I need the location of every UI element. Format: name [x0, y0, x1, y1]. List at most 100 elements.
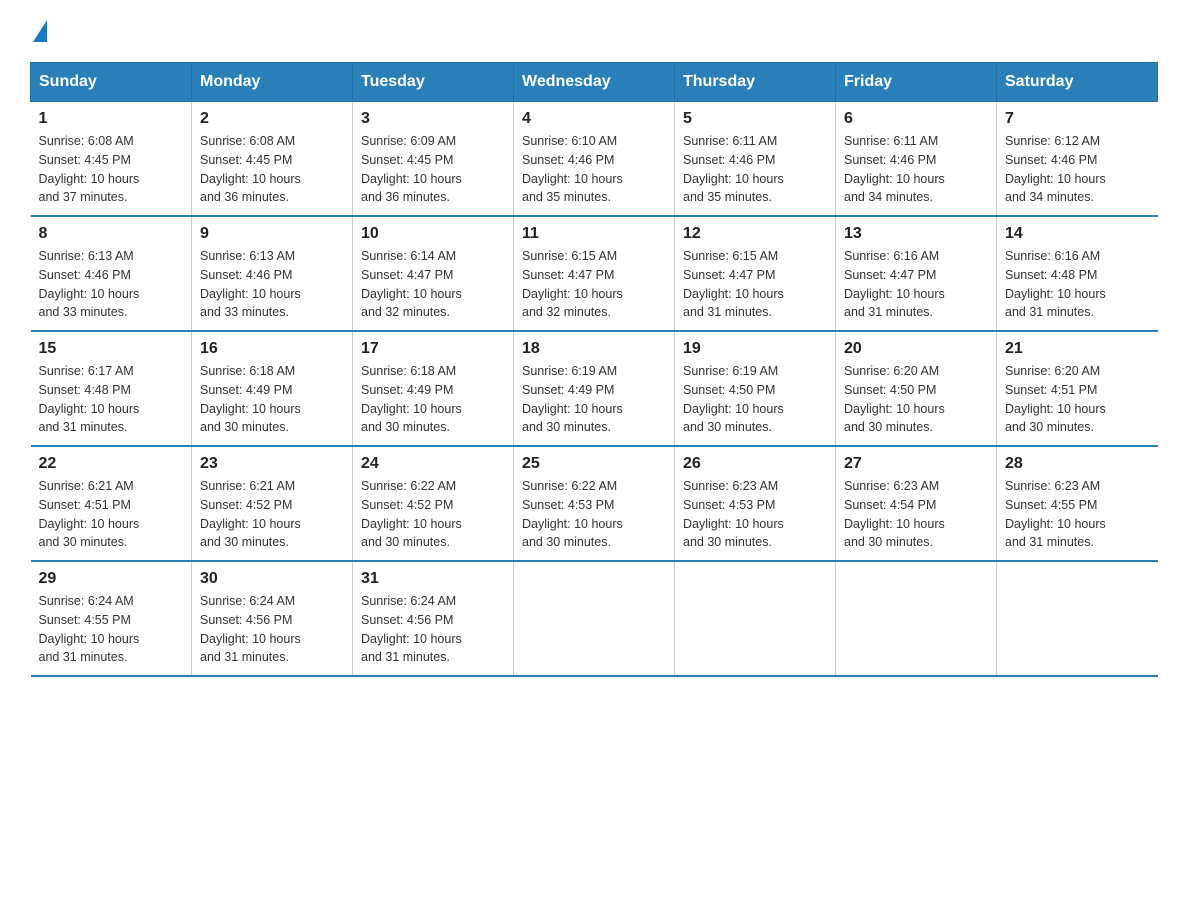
- day-info-23: Sunrise: 6:21 AMSunset: 4:52 PMDaylight:…: [200, 477, 344, 552]
- day-cell-24: 24 Sunrise: 6:22 AMSunset: 4:52 PMDayligh…: [353, 446, 514, 561]
- day-info-7: Sunrise: 6:12 AMSunset: 4:46 PMDaylight:…: [1005, 132, 1150, 207]
- day-number-29: 29: [39, 570, 184, 588]
- day-number-19: 19: [683, 340, 827, 358]
- week-row-5: 29 Sunrise: 6:24 AMSunset: 4:55 PMDayligh…: [31, 561, 1158, 676]
- day-info-18: Sunrise: 6:19 AMSunset: 4:49 PMDaylight:…: [522, 362, 666, 437]
- day-info-20: Sunrise: 6:20 AMSunset: 4:50 PMDaylight:…: [844, 362, 988, 437]
- day-cell-15: 15 Sunrise: 6:17 AMSunset: 4:48 PMDayligh…: [31, 331, 192, 446]
- day-cell-29: 29 Sunrise: 6:24 AMSunset: 4:55 PMDayligh…: [31, 561, 192, 676]
- day-number-30: 30: [200, 570, 344, 588]
- day-cell-6: 6 Sunrise: 6:11 AMSunset: 4:46 PMDaylight…: [836, 102, 997, 217]
- day-cell-4: 4 Sunrise: 6:10 AMSunset: 4:46 PMDaylight…: [514, 102, 675, 217]
- day-info-10: Sunrise: 6:14 AMSunset: 4:47 PMDaylight:…: [361, 247, 505, 322]
- day-info-1: Sunrise: 6:08 AMSunset: 4:45 PMDaylight:…: [39, 132, 184, 207]
- weekday-header-tuesday: Tuesday: [353, 63, 514, 102]
- day-number-10: 10: [361, 225, 505, 243]
- header: [30, 20, 1158, 42]
- calendar-table: SundayMondayTuesdayWednesdayThursdayFrid…: [30, 62, 1158, 677]
- day-info-26: Sunrise: 6:23 AMSunset: 4:53 PMDaylight:…: [683, 477, 827, 552]
- day-cell-31: 31Sunrise: 6:24 AMSunset: 4:56 PMDayligh…: [353, 561, 514, 676]
- logo-triangle-icon: [33, 20, 47, 42]
- day-info-9: Sunrise: 6:13 AMSunset: 4:46 PMDaylight:…: [200, 247, 344, 322]
- day-info-28: Sunrise: 6:23 AMSunset: 4:55 PMDaylight:…: [1005, 477, 1150, 552]
- day-info-4: Sunrise: 6:10 AMSunset: 4:46 PMDaylight:…: [522, 132, 666, 207]
- day-number-5: 5: [683, 110, 827, 128]
- day-number-23: 23: [200, 455, 344, 473]
- day-info-24: Sunrise: 6:22 AMSunset: 4:52 PMDaylight:…: [361, 477, 505, 552]
- day-number-21: 21: [1005, 340, 1150, 358]
- day-cell-3: 3 Sunrise: 6:09 AMSunset: 4:45 PMDaylight…: [353, 102, 514, 217]
- day-number-2: 2: [200, 110, 344, 128]
- week-row-3: 15 Sunrise: 6:17 AMSunset: 4:48 PMDayligh…: [31, 331, 1158, 446]
- day-cell-2: 2 Sunrise: 6:08 AMSunset: 4:45 PMDaylight…: [192, 102, 353, 217]
- day-cell-7: 7Sunrise: 6:12 AMSunset: 4:46 PMDaylight…: [997, 102, 1158, 217]
- day-number-13: 13: [844, 225, 988, 243]
- day-number-11: 11: [522, 225, 666, 243]
- empty-cell: [836, 561, 997, 676]
- day-info-5: Sunrise: 6:11 AMSunset: 4:46 PMDaylight:…: [683, 132, 827, 207]
- day-cell-18: 18 Sunrise: 6:19 AMSunset: 4:49 PMDayligh…: [514, 331, 675, 446]
- day-number-1: 1: [39, 110, 184, 128]
- day-cell-10: 10 Sunrise: 6:14 AMSunset: 4:47 PMDayligh…: [353, 216, 514, 331]
- day-number-3: 3: [361, 110, 505, 128]
- day-cell-14: 14Sunrise: 6:16 AMSunset: 4:48 PMDayligh…: [997, 216, 1158, 331]
- day-info-2: Sunrise: 6:08 AMSunset: 4:45 PMDaylight:…: [200, 132, 344, 207]
- day-number-6: 6: [844, 110, 988, 128]
- weekday-header-friday: Friday: [836, 63, 997, 102]
- day-number-24: 24: [361, 455, 505, 473]
- day-cell-5: 5 Sunrise: 6:11 AMSunset: 4:46 PMDaylight…: [675, 102, 836, 217]
- day-cell-28: 28 Sunrise: 6:23 AMSunset: 4:55 PMDayligh…: [997, 446, 1158, 561]
- day-number-9: 9: [200, 225, 344, 243]
- day-cell-13: 13 Sunrise: 6:16 AMSunset: 4:47 PMDayligh…: [836, 216, 997, 331]
- day-number-15: 15: [39, 340, 184, 358]
- day-cell-1: 1 Sunrise: 6:08 AMSunset: 4:45 PMDaylight…: [31, 102, 192, 217]
- day-number-8: 8: [39, 225, 184, 243]
- week-row-2: 8 Sunrise: 6:13 AMSunset: 4:46 PMDaylight…: [31, 216, 1158, 331]
- day-info-3: Sunrise: 6:09 AMSunset: 4:45 PMDaylight:…: [361, 132, 505, 207]
- week-row-1: 1 Sunrise: 6:08 AMSunset: 4:45 PMDaylight…: [31, 102, 1158, 217]
- day-info-22: Sunrise: 6:21 AMSunset: 4:51 PMDaylight:…: [39, 477, 184, 552]
- weekday-header-saturday: Saturday: [997, 63, 1158, 102]
- day-number-26: 26: [683, 455, 827, 473]
- day-cell-27: 27Sunrise: 6:23 AMSunset: 4:54 PMDayligh…: [836, 446, 997, 561]
- day-info-15: Sunrise: 6:17 AMSunset: 4:48 PMDaylight:…: [39, 362, 184, 437]
- day-number-20: 20: [844, 340, 988, 358]
- empty-cell: [514, 561, 675, 676]
- empty-cell: [675, 561, 836, 676]
- day-info-14: Sunrise: 6:16 AMSunset: 4:48 PMDaylight:…: [1005, 247, 1150, 322]
- day-info-25: Sunrise: 6:22 AMSunset: 4:53 PMDaylight:…: [522, 477, 666, 552]
- day-info-6: Sunrise: 6:11 AMSunset: 4:46 PMDaylight:…: [844, 132, 988, 207]
- day-info-30: Sunrise: 6:24 AMSunset: 4:56 PMDaylight:…: [200, 592, 344, 667]
- day-number-27: 27: [844, 455, 988, 473]
- logo: [30, 20, 50, 42]
- day-number-25: 25: [522, 455, 666, 473]
- day-number-28: 28: [1005, 455, 1150, 473]
- day-cell-19: 19 Sunrise: 6:19 AMSunset: 4:50 PMDayligh…: [675, 331, 836, 446]
- day-info-19: Sunrise: 6:19 AMSunset: 4:50 PMDaylight:…: [683, 362, 827, 437]
- day-info-17: Sunrise: 6:18 AMSunset: 4:49 PMDaylight:…: [361, 362, 505, 437]
- day-cell-20: 20 Sunrise: 6:20 AMSunset: 4:50 PMDayligh…: [836, 331, 997, 446]
- day-cell-26: 26 Sunrise: 6:23 AMSunset: 4:53 PMDayligh…: [675, 446, 836, 561]
- week-row-4: 22Sunrise: 6:21 AMSunset: 4:51 PMDayligh…: [31, 446, 1158, 561]
- day-cell-23: 23 Sunrise: 6:21 AMSunset: 4:52 PMDayligh…: [192, 446, 353, 561]
- day-cell-11: 11 Sunrise: 6:15 AMSunset: 4:47 PMDayligh…: [514, 216, 675, 331]
- day-cell-22: 22Sunrise: 6:21 AMSunset: 4:51 PMDayligh…: [31, 446, 192, 561]
- day-number-17: 17: [361, 340, 505, 358]
- empty-cell: [997, 561, 1158, 676]
- weekday-header-thursday: Thursday: [675, 63, 836, 102]
- day-info-21: Sunrise: 6:20 AMSunset: 4:51 PMDaylight:…: [1005, 362, 1150, 437]
- weekday-header-row: SundayMondayTuesdayWednesdayThursdayFrid…: [31, 63, 1158, 102]
- day-number-12: 12: [683, 225, 827, 243]
- day-number-31: 31: [361, 570, 505, 588]
- day-cell-8: 8Sunrise: 6:13 AMSunset: 4:46 PMDaylight…: [31, 216, 192, 331]
- day-number-16: 16: [200, 340, 344, 358]
- day-cell-12: 12Sunrise: 6:15 AMSunset: 4:47 PMDayligh…: [675, 216, 836, 331]
- weekday-header-sunday: Sunday: [31, 63, 192, 102]
- day-info-16: Sunrise: 6:18 AMSunset: 4:49 PMDaylight:…: [200, 362, 344, 437]
- day-number-18: 18: [522, 340, 666, 358]
- day-info-29: Sunrise: 6:24 AMSunset: 4:55 PMDaylight:…: [39, 592, 184, 667]
- day-cell-30: 30 Sunrise: 6:24 AMSunset: 4:56 PMDayligh…: [192, 561, 353, 676]
- day-number-4: 4: [522, 110, 666, 128]
- day-info-11: Sunrise: 6:15 AMSunset: 4:47 PMDaylight:…: [522, 247, 666, 322]
- day-info-13: Sunrise: 6:16 AMSunset: 4:47 PMDaylight:…: [844, 247, 988, 322]
